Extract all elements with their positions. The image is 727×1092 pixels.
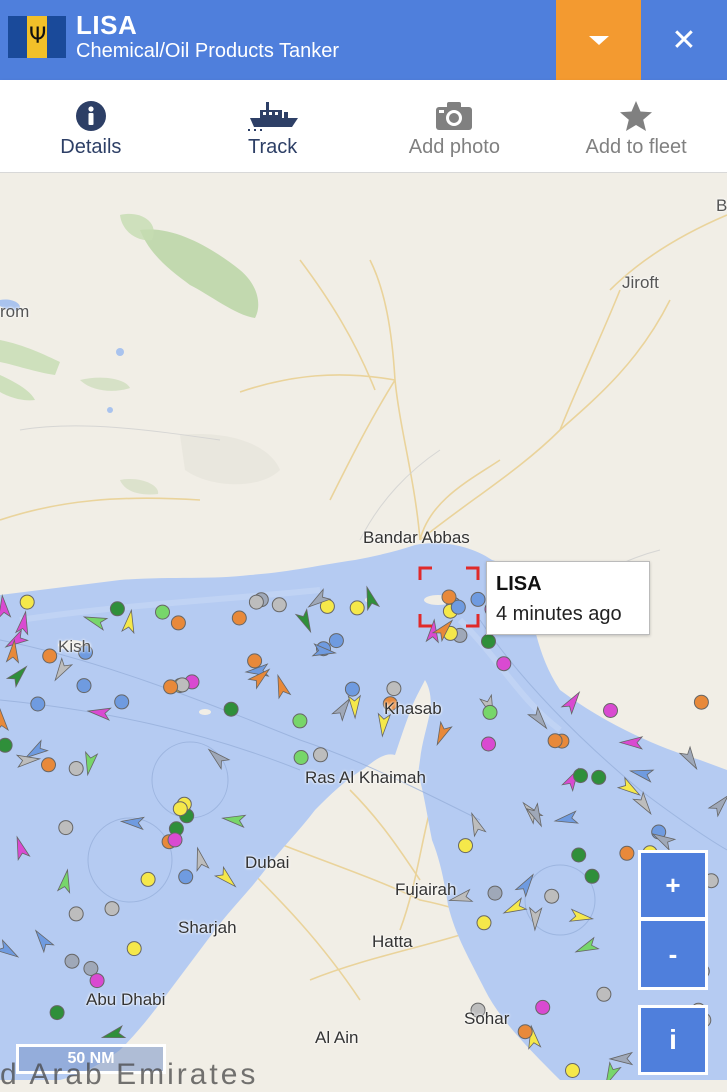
vessel-dot[interactable] [42,648,58,664]
vessel-dot[interactable] [481,736,496,752]
vessel-name: LISA [76,10,138,40]
vessel-dot[interactable] [19,594,35,610]
place-label-rom: rom [0,302,30,321]
vessel-dot[interactable] [571,847,587,863]
place-label-sharjah: Sharjah [178,918,237,937]
dropdown-button[interactable] [556,0,641,80]
vessel-dot[interactable] [328,633,344,649]
vessel-dot[interactable] [231,610,247,626]
track-button[interactable]: Track [182,80,364,172]
popup-vessel-name: LISA [496,573,542,595]
vessel-dot[interactable] [247,653,263,669]
vessel-dot[interactable] [544,888,560,904]
place-label-khasab: Khasab [384,699,442,718]
vessel-dot[interactable] [476,915,492,931]
vessel-dot[interactable] [292,713,308,729]
vessel-dot[interactable] [313,747,328,763]
vessel-dot[interactable] [470,591,486,607]
place-label-kish: Kish [58,637,92,656]
vessel-dot[interactable] [535,999,551,1015]
vessel-dot[interactable] [41,757,56,773]
vessel-dot[interactable] [68,761,84,776]
vessel-dot[interactable] [0,737,13,753]
vessel-dot[interactable] [172,801,188,817]
place-label-dubai: Dubai [245,853,290,872]
place-label-b: B [716,196,727,215]
vessel-dot[interactable] [89,973,105,989]
vessel-dot[interactable] [30,696,46,712]
place-label-jiroft: Jiroft [622,273,659,292]
vessel-dot[interactable] [223,701,239,717]
camera-icon [436,102,473,130]
vessel-dot[interactable] [603,703,618,718]
vessel-dot[interactable] [482,704,498,720]
vessel-dot[interactable] [271,597,287,613]
action-bar: Details Track Add photo Add to fleet [0,80,727,173]
vessel-dot[interactable] [64,953,80,969]
close-button[interactable]: ✕ [641,0,727,80]
place-label-sohar: Sohar [464,1009,510,1028]
vessel-header: Ψ LISA Chemical/Oil Products Tanker ✕ [0,0,727,80]
vessel-dot[interactable] [481,633,496,649]
zoom-out-button[interactable]: - [638,920,708,990]
star-icon [620,101,653,131]
chevron-down-icon [588,35,609,45]
vessel-dot[interactable] [386,681,402,697]
place-label-al-ain: Al Ain [315,1028,359,1047]
vessel-dot[interactable] [248,594,264,610]
vessel-dot[interactable] [487,885,503,901]
vessel-dot[interactable] [517,1024,533,1040]
vessel-dot[interactable] [591,769,607,785]
ship-icon [247,102,298,131]
vessel-type: Chemical/Oil Products Tanker [76,40,340,62]
close-icon: ✕ [671,22,697,58]
vessel-dot[interactable] [170,615,186,631]
vessel-dot[interactable] [68,906,84,922]
barbados-flag-icon: Ψ [8,16,66,58]
vessel-dot[interactable] [104,901,120,917]
zoom-in-button[interactable]: + [638,850,708,920]
vessel-dot[interactable] [596,986,612,1002]
vessel-dot[interactable] [167,832,183,848]
vessel-dot[interactable] [58,820,74,836]
vessel-dot[interactable] [76,678,92,694]
vessel-dot[interactable] [565,1063,580,1078]
vessel-dot[interactable] [584,868,600,884]
vessel-dot[interactable] [114,694,130,710]
vessel-dot[interactable] [109,601,125,617]
vessel-dot[interactable] [140,871,156,887]
vessel-dot[interactable] [619,845,635,861]
popup-last-seen: 4 minutes ago [496,603,622,625]
details-button[interactable]: Details [0,80,182,172]
vessel-dot[interactable] [496,656,512,672]
info-button[interactable]: i [638,1005,708,1075]
add-to-fleet-button[interactable]: Add to fleet [545,80,727,172]
add-to-fleet-label: Add to fleet [585,136,687,158]
vessel-dot[interactable] [178,869,194,885]
country-label: d Arab Emirates [0,1058,259,1091]
add-photo-button[interactable]: Add photo [364,80,546,172]
vessel-dot[interactable] [49,1005,65,1021]
place-label-hatta: Hatta [372,932,413,951]
add-photo-label: Add photo [408,136,500,158]
vessel-dot[interactable] [573,768,588,784]
place-label-ras-al-khaimah: Ras Al Khaimah [305,768,426,787]
vessel-popup[interactable]: LISA 4 minutes ago [486,561,650,635]
place-label-abu-dhabi: Abu Dhabi [86,990,166,1009]
vessel-dot[interactable] [458,838,473,854]
vessel-dot[interactable] [344,681,360,697]
place-label-bandar-abbas: Bandar Abbas [363,528,470,547]
vessel-dot[interactable] [547,733,563,749]
details-label: Details [60,136,122,158]
vessel-dot[interactable] [293,750,309,765]
place-label-fujairah: Fujairah [395,880,457,899]
info-icon [75,101,106,131]
vessel-dot[interactable] [349,600,365,616]
track-label: Track [247,136,298,158]
vessel-dot[interactable] [155,604,170,620]
vessel-dot[interactable] [126,941,142,957]
vessel-dot[interactable] [693,694,709,710]
vessel-dot[interactable] [163,679,179,695]
